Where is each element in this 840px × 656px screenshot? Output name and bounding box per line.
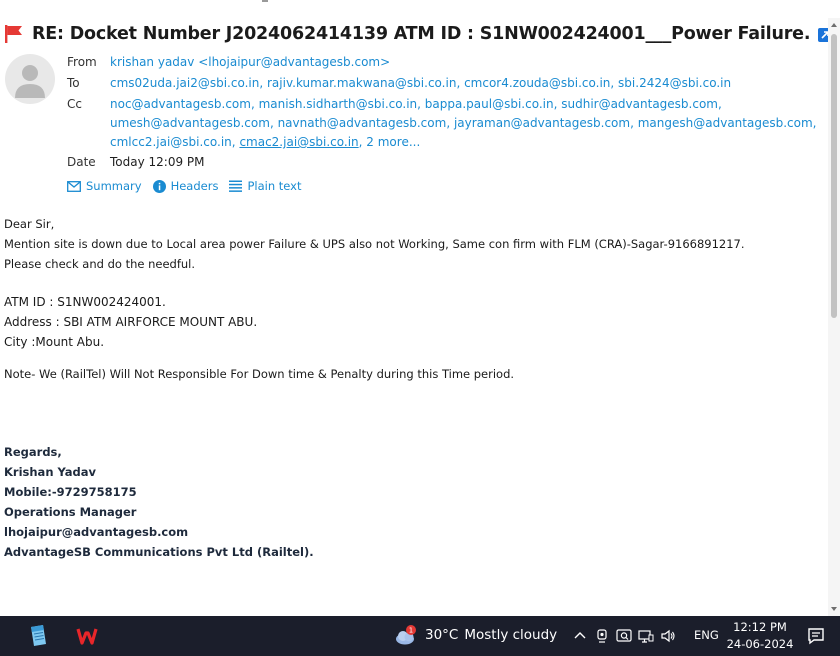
sig-email: lhojaipur@advantagesb.com	[4, 525, 189, 539]
clock-date: 24-06-2024	[726, 637, 794, 651]
from-value[interactable]: krishan yadav <lhojaipur@advantagesb.com…	[110, 52, 810, 72]
window-top-edge	[0, 0, 840, 6]
cc-recipient[interactable]: cmlcc2.jai@sbi.co.in,	[110, 135, 236, 149]
body-line: Please check and do the needful.	[4, 257, 196, 271]
avatar-icon	[15, 65, 45, 98]
camera-icon[interactable]	[594, 628, 610, 644]
cc-label: Cc	[67, 97, 82, 111]
plaintext-icon	[229, 180, 243, 192]
cc-value-line3: cmlcc2.jai@sbi.co.in, cmac2.jai@sbi.co.i…	[110, 135, 421, 149]
cc-more-link[interactable]: 2 more...	[366, 135, 420, 149]
wps-office-icon[interactable]	[75, 624, 99, 648]
cc-recipient[interactable]: navnath@advantagesb.com	[278, 116, 447, 130]
cc-value-line2: umesh@advantagesb.com, navnath@advantage…	[110, 116, 817, 130]
body-line: Mention site is down due to Local area p…	[4, 237, 745, 251]
tab-summary[interactable]: Summary	[67, 179, 142, 193]
headers-icon	[152, 179, 166, 193]
cc-recipient[interactable]: manish.sidharth@sbi.co.in	[259, 97, 418, 111]
to-recipient[interactable]: sbi.2424@sbi.co.in	[618, 76, 731, 90]
summary-icon	[67, 180, 81, 192]
sig-mobile: Mobile:-9729758175	[4, 485, 137, 499]
top-mark	[262, 0, 268, 2]
language-indicator[interactable]: ENG	[694, 628, 719, 642]
cc-recipient[interactable]: sudhir@advantagesb.com,	[561, 97, 722, 111]
tab-plain-text-label: Plain text	[247, 179, 302, 193]
sig-regards: Regards,	[4, 445, 62, 459]
flag-icon[interactable]	[4, 24, 24, 44]
cc-recipient[interactable]: jayraman@advantagesb.com	[454, 116, 630, 130]
email-signature: Regards, Krishan Yadav Mobile:-972975817…	[4, 442, 314, 562]
scroll-down-icon[interactable]	[828, 602, 840, 616]
security-icon[interactable]	[616, 628, 632, 644]
network-icon[interactable]	[638, 628, 654, 644]
to-recipient[interactable]: rajiv.kumar.makwana@sbi.co.in	[267, 76, 456, 90]
system-tray	[572, 626, 682, 646]
notification-icon[interactable]	[806, 626, 826, 646]
cc-recipient[interactable]: noc@advantagesb.com	[110, 97, 251, 111]
volume-icon[interactable]	[660, 628, 676, 644]
body-note: Note- We (RailTel) Will Not Responsible …	[4, 367, 515, 381]
weather-badge: 1	[409, 627, 413, 635]
body-greeting: Dear Sir,	[4, 217, 55, 231]
email-subject: RE: Docket Number J2024062414139 ATM ID …	[32, 24, 811, 44]
tab-headers-label: Headers	[170, 179, 219, 193]
cc-recipient[interactable]: umesh@advantagesb.com	[110, 116, 270, 130]
windows-taskbar: 1 30°C Mostly cloudy ENG 12:12 PM 24-06-2…	[0, 616, 840, 656]
from-label: From	[67, 55, 97, 69]
weather-widget[interactable]: 30°C Mostly cloudy	[425, 627, 557, 643]
tab-plain-text[interactable]: Plain text	[229, 179, 301, 193]
subject-row: RE: Docket Number J2024062414139 ATM ID …	[4, 20, 833, 48]
vertical-scrollbar[interactable]	[828, 18, 840, 616]
to-value: cms02uda.jai2@sbi.co.in, rajiv.kumar.mak…	[110, 76, 732, 90]
sender-avatar[interactable]	[5, 54, 55, 104]
sig-company: AdvantageSB Communications Pvt Ltd (Rail…	[4, 545, 314, 559]
sig-title: Operations Manager	[4, 505, 137, 519]
weather-icon[interactable]: 1	[394, 624, 418, 648]
scroll-thumb[interactable]	[831, 34, 837, 318]
cc-recipient[interactable]: bappa.paul@sbi.co.in	[425, 97, 554, 111]
date-label: Date	[67, 155, 96, 169]
email-body: Dear Sir, Mention site is down due to Lo…	[4, 214, 814, 384]
cc-recipient[interactable]: mangesh@advantagesb.com,	[638, 116, 817, 130]
tab-summary-label: Summary	[86, 179, 142, 193]
chevron-up-icon[interactable]	[572, 628, 588, 644]
to-label: To	[67, 76, 80, 90]
cc-value-line1: noc@advantagesb.com, manish.sidharth@sbi…	[110, 97, 722, 111]
taskbar-clock[interactable]: 12:12 PM 24-06-2024	[726, 619, 794, 653]
to-recipient[interactable]: cms02uda.jai2@sbi.co.in	[110, 76, 259, 90]
view-tabs: Summary Headers Plain text	[67, 176, 312, 196]
sig-name: Krishan Yadav	[4, 465, 97, 479]
notepad-app-icon[interactable]	[26, 624, 50, 648]
scroll-up-icon[interactable]	[828, 18, 840, 32]
clock-time: 12:12 PM	[733, 620, 787, 634]
weather-condition: Mostly cloudy	[464, 627, 558, 643]
date-value: Today 12:09 PM	[110, 155, 205, 169]
body-atm-id: ATM ID : S1NW002424001.	[4, 295, 166, 309]
tab-headers[interactable]: Headers	[152, 179, 219, 193]
weather-temp: 30°C	[425, 627, 459, 643]
to-recipient[interactable]: cmcor4.zouda@sbi.co.in	[464, 76, 610, 90]
email-reader-window: RE: Docket Number J2024062414139 ATM ID …	[0, 0, 840, 616]
body-address: Address : SBI ATM AIRFORCE MOUNT ABU.	[4, 315, 258, 329]
body-city: City :Mount Abu.	[4, 335, 105, 349]
cc-recipient[interactable]: cmac2.jai@sbi.co.in	[239, 135, 358, 149]
